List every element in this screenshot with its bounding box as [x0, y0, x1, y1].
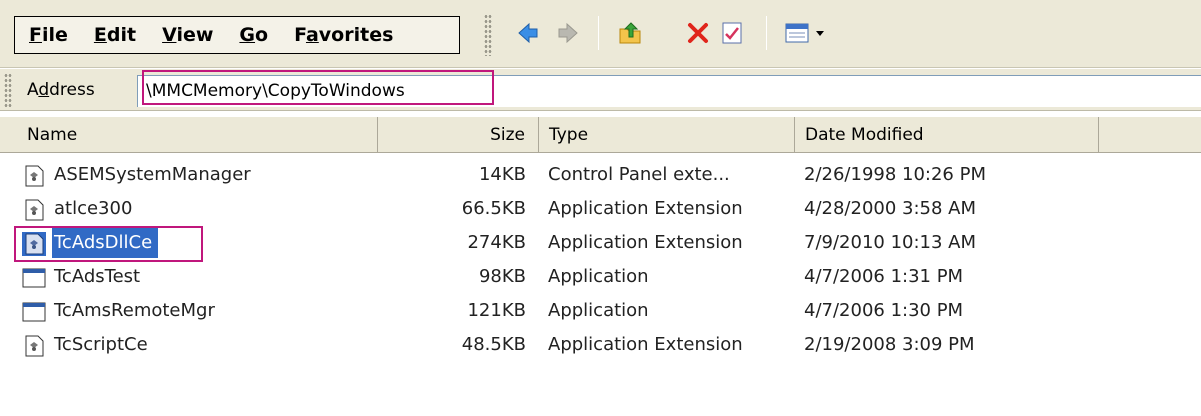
chevron-down-icon	[816, 31, 824, 36]
delete-icon	[688, 23, 708, 43]
column-header-empty	[1099, 117, 1201, 153]
file-list-header: Name Size Type Date Modified	[0, 117, 1201, 153]
file-name: TcAmsRemoteMgr	[54, 300, 215, 321]
address-value: \MMCMemory\CopyToWindows	[146, 81, 405, 101]
address-label: Address	[27, 80, 95, 100]
menu-file[interactable]: File	[29, 24, 68, 46]
delete-button[interactable]	[680, 16, 716, 50]
file-row-tcadsdllce[interactable]: TcAdsDllCe 274KB Application Extension 7…	[0, 226, 1201, 260]
file-name: TcAdsDllCe	[52, 228, 159, 258]
file-date: 4/28/2000 3:58 AM	[804, 198, 977, 219]
properties-icon	[722, 22, 742, 44]
toolbar: File Edit View Go Favorites	[0, 0, 1201, 68]
file-date: 2/26/1998 10:26 PM	[804, 164, 986, 185]
file-row-tcamsremotemgr[interactable]: TcAmsRemoteMgr 121KB Application 4/7/200…	[0, 294, 1201, 328]
file-type: Application Extension	[548, 232, 743, 253]
forward-button[interactable]	[550, 16, 586, 50]
column-header-date-modified[interactable]: Date Modified	[795, 117, 1099, 153]
dll-icon	[25, 335, 44, 357]
file-row-tcadstest[interactable]: TcAdsTest 98KB Application 4/7/2006 1:31…	[0, 260, 1201, 294]
file-name: atlce300	[54, 198, 133, 219]
dll-icon	[22, 232, 46, 256]
menu-go[interactable]: Go	[239, 24, 268, 46]
column-header-type[interactable]: Type	[539, 117, 795, 153]
file-row-atlce300[interactable]: atlce300 66.5KB Application Extension 4/…	[0, 192, 1201, 226]
file-size: 98KB	[478, 266, 526, 287]
file-date: 4/7/2006 1:31 PM	[804, 266, 964, 287]
address-grip[interactable]	[4, 73, 12, 107]
file-type: Application	[548, 266, 649, 287]
app-icon	[22, 268, 46, 288]
file-type: Application Extension	[548, 334, 743, 355]
address-input[interactable]: \MMCMemory\CopyToWindows	[137, 75, 1201, 107]
dll-icon	[25, 199, 44, 221]
toolbar-separator	[766, 16, 767, 50]
toolbar-grip[interactable]	[484, 14, 492, 56]
file-name: TcAdsTest	[54, 266, 141, 287]
back-button[interactable]	[510, 16, 546, 50]
file-date: 2/19/2008 3:09 PM	[804, 334, 975, 355]
file-row-asemsystemmanager[interactable]: ASEMSystemManager 14KB Control Panel ext…	[0, 158, 1201, 192]
address-bar: Address \MMCMemory\CopyToWindows	[0, 69, 1201, 111]
file-size: 48.5KB	[461, 334, 526, 355]
up-folder-button[interactable]	[612, 16, 648, 50]
file-size: 274KB	[467, 232, 526, 253]
up-folder-icon	[619, 22, 641, 44]
file-name: TcScriptCe	[54, 334, 148, 355]
file-size: 66.5KB	[461, 198, 526, 219]
back-icon	[518, 22, 538, 44]
menu-edit[interactable]: Edit	[94, 24, 136, 46]
file-size: 121KB	[467, 300, 526, 321]
file-size: 14KB	[478, 164, 526, 185]
views-icon	[785, 23, 809, 43]
forward-icon	[558, 22, 578, 44]
file-type: Application Extension	[548, 198, 743, 219]
file-type: Application	[548, 300, 649, 321]
dll-icon	[25, 165, 44, 187]
file-date: 7/9/2010 10:13 AM	[804, 232, 977, 253]
menu-favorites[interactable]: Favorites	[294, 24, 393, 46]
app-icon	[22, 302, 46, 322]
column-header-name[interactable]: Name	[0, 117, 378, 153]
properties-button[interactable]	[714, 16, 750, 50]
file-name: ASEMSystemManager	[54, 164, 251, 185]
file-type: Control Panel exte...	[548, 164, 730, 185]
menu-view[interactable]: View	[162, 24, 213, 46]
column-header-size[interactable]: Size	[378, 117, 539, 153]
views-button[interactable]	[784, 16, 844, 50]
menu-bar: File Edit View Go Favorites	[14, 16, 460, 54]
toolbar-separator	[598, 16, 599, 50]
file-row-tcscriptce[interactable]: TcScriptCe 48.5KB Application Extension …	[0, 328, 1201, 362]
file-date: 4/7/2006 1:30 PM	[804, 300, 964, 321]
